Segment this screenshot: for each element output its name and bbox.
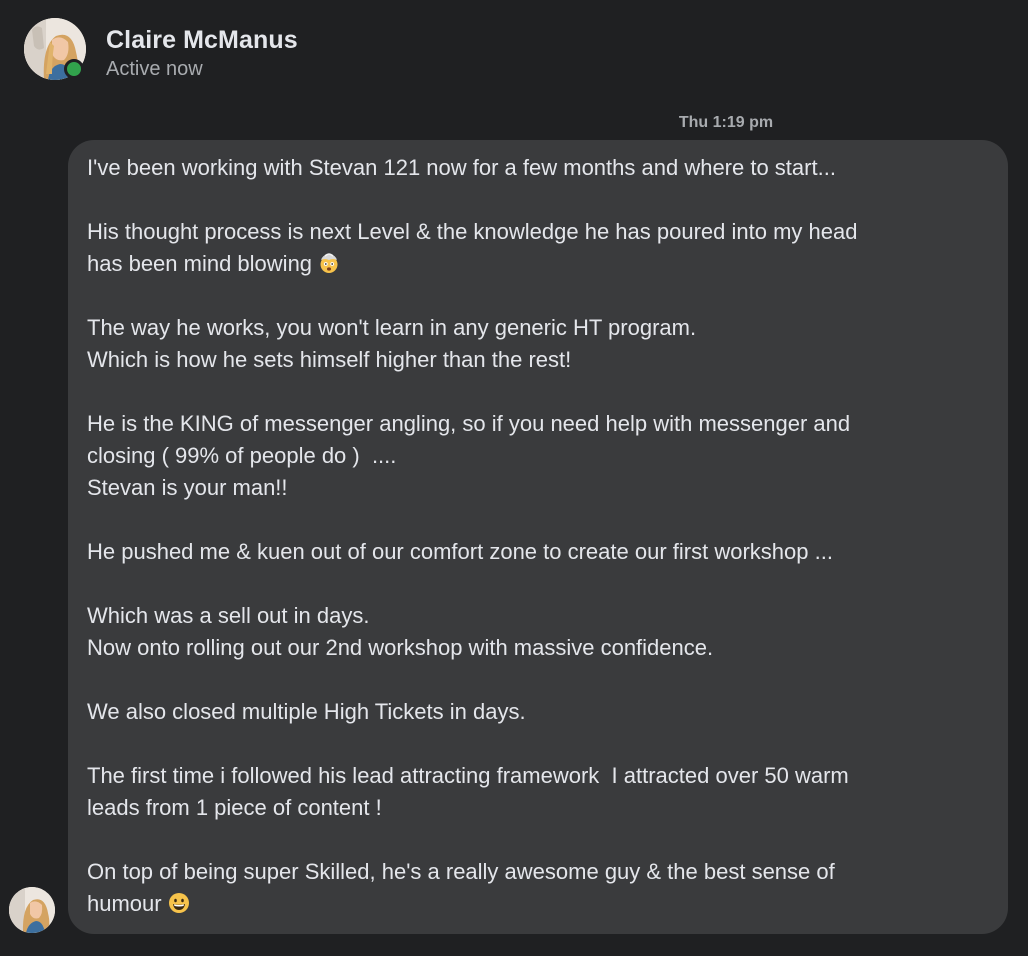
contact-name[interactable]: Claire McManus	[106, 26, 298, 55]
sender-avatar[interactable]	[9, 887, 55, 933]
message-paragraph: On top of being super Skilled, he's a re…	[87, 856, 990, 920]
profile-photo-icon	[9, 887, 55, 933]
message-text: He pushed me & kuen out of our comfort z…	[87, 539, 833, 564]
message-paragraph: He is the KING of messenger angling, so …	[87, 408, 990, 504]
message-paragraph: The way he works, you won't learn in any…	[87, 312, 990, 376]
conversation-header: Claire McManus Active now	[0, 0, 1028, 100]
message-text: He is the KING of messenger angling, so …	[87, 411, 851, 500]
contact-active-status: Active now	[106, 58, 203, 80]
message-text: The way he works, you won't learn in any…	[87, 315, 697, 372]
message-paragraph: We also closed multiple High Tickets in …	[87, 696, 990, 728]
message-text: On top of being super Skilled, he's a re…	[87, 859, 835, 916]
message-paragraph: He pushed me & kuen out of our comfort z…	[87, 536, 990, 568]
exploding-head-emoji-icon	[318, 252, 340, 274]
message-text: Which was a sell out in days. Now onto r…	[87, 603, 714, 660]
message-paragraph: The first time i followed his lead attra…	[87, 760, 990, 824]
message-text: The first time i followed his lead attra…	[87, 763, 849, 820]
message-text: We also closed multiple High Tickets in …	[87, 699, 526, 724]
message-timestamp: Thu 1:19 pm	[0, 114, 1028, 132]
message-paragraph: Which was a sell out in days. Now onto r…	[87, 600, 990, 664]
message-text: I've been working with Stevan 121 now fo…	[87, 155, 836, 180]
grinning-face-emoji-icon	[168, 892, 190, 914]
message-paragraph: His thought process is next Level & the …	[87, 216, 990, 280]
message-bubble[interactable]: I've been working with Stevan 121 now fo…	[68, 140, 1008, 934]
message-paragraph: I've been working with Stevan 121 now fo…	[87, 152, 990, 184]
messenger-chat-window: Claire McManus Active now Thu 1:19 pm I'…	[0, 0, 1028, 956]
message-text: His thought process is next Level & the …	[87, 219, 858, 276]
timestamp-text: Thu 1:19 pm	[678, 114, 774, 131]
online-status-dot	[64, 59, 84, 79]
